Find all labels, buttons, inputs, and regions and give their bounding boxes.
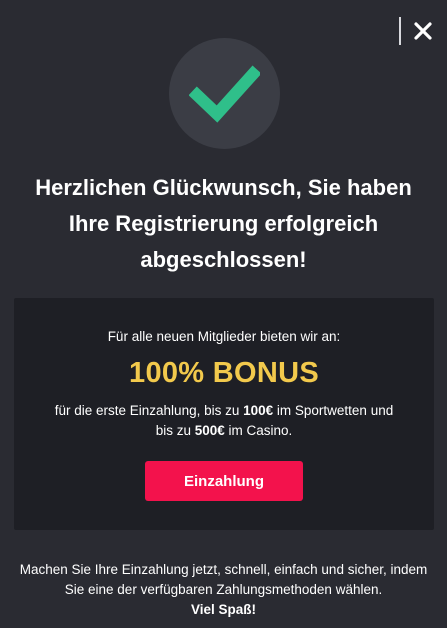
desc-text: im Sportwetten und	[273, 403, 394, 418]
bonus-title: 100% BONUS	[129, 357, 319, 389]
headline-line-2: Ihre Registrierung erfolgreich	[68, 211, 379, 236]
casino-bonus-amount: 500€	[194, 423, 225, 438]
registration-success-modal: Herzlichen Glückwunsch, Sie haben Ihre R…	[0, 0, 447, 628]
footer-closing: Viel Spaß!	[190, 602, 257, 617]
bonus-card: Für alle neuen Mitglieder bieten wir an:…	[14, 298, 434, 530]
desc-text: im Casino.	[224, 423, 293, 438]
headline-line-3: abgeschlossen!	[140, 247, 307, 272]
footer-line-2: Sie eine der verfügbaren Zahlungsmethode…	[64, 582, 383, 597]
bonus-description-line-2: bis zu 500€ im Casino.	[34, 421, 414, 441]
sport-bonus-amount: 100€	[243, 403, 274, 418]
close-button[interactable]	[408, 16, 438, 46]
footer-line-1: Machen Sie Ihre Einzahlung jetzt, schnel…	[19, 562, 428, 577]
footer-text: Machen Sie Ihre Einzahlung jetzt, schnel…	[10, 560, 437, 620]
deposit-button[interactable]: Einzahlung	[145, 461, 303, 501]
success-headline: Herzlichen Glückwunsch, Sie haben Ihre R…	[20, 170, 427, 278]
headline-line-1: Herzlichen Glückwunsch, Sie haben	[35, 175, 412, 200]
desc-text: bis zu	[155, 423, 195, 438]
bonus-description: für die erste Einzahlung, bis zu 100€ im…	[34, 401, 414, 441]
bonus-description-line-1: für die erste Einzahlung, bis zu 100€ im…	[34, 401, 414, 421]
close-icon[interactable]	[408, 16, 438, 46]
success-badge	[169, 38, 280, 149]
desc-text: für die erste Einzahlung, bis zu	[54, 403, 244, 418]
close-divider	[399, 17, 401, 45]
bonus-intro: Für alle neuen Mitglieder bieten wir an:	[107, 329, 341, 344]
